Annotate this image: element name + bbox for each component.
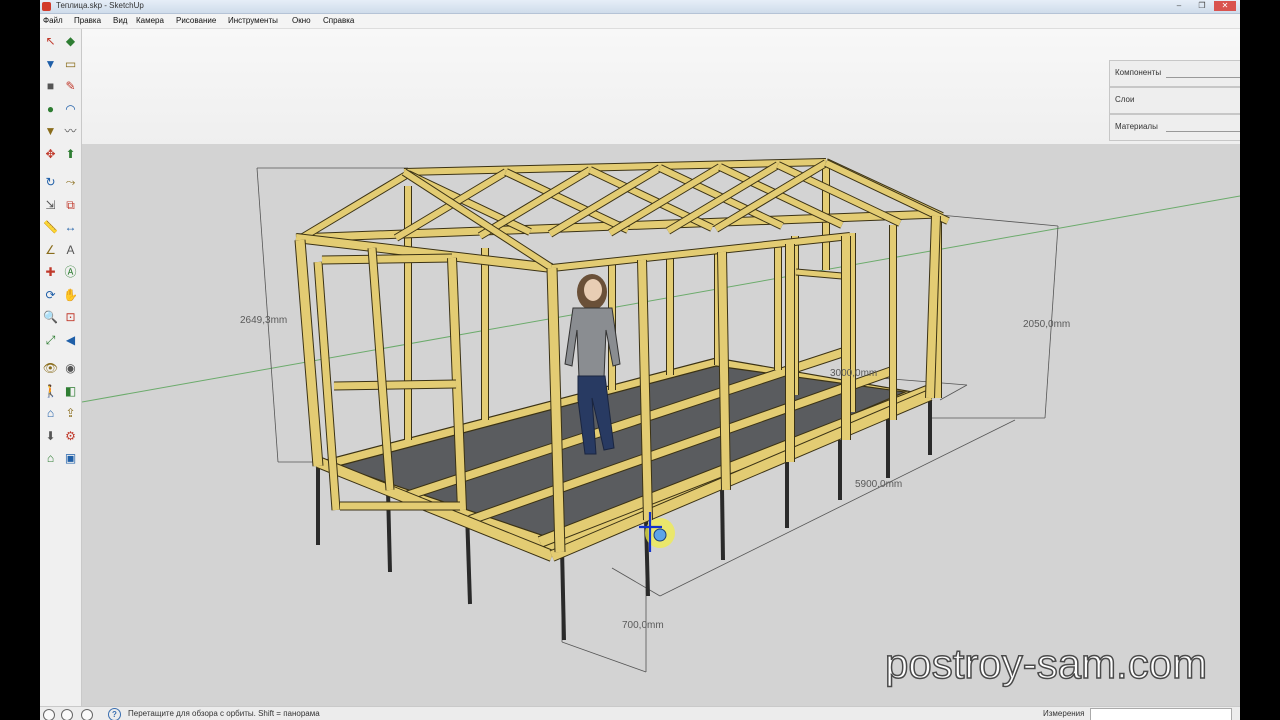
position-camera-icon[interactable]: 👁 xyxy=(42,360,59,377)
watermark: postroy-sam.com xyxy=(884,639,1208,688)
geo-location-icon[interactable] xyxy=(43,709,55,720)
status-hint: Перетащите для обзора с орбиты. Shift = … xyxy=(128,709,320,718)
menu-edit[interactable]: Правка xyxy=(74,16,101,25)
select-icon[interactable]: ↖ xyxy=(42,33,59,50)
axes-icon[interactable]: ✚ xyxy=(42,264,59,281)
share-model-icon[interactable]: ⇪ xyxy=(62,405,79,422)
menu-window[interactable]: Окно xyxy=(292,16,311,25)
minimize-button[interactable]: – xyxy=(1168,1,1190,11)
tray-divider xyxy=(1166,77,1240,78)
tool-palette: ↖ ◆ ▼ ▭ ■ ✎ ● ◠ ▼ 〰 ✥ ⬆ ↻ ⤳ ⇲ ⧉ 📏 ↔ ∠ A ✚ Ⓐ ⟳ ✋ 🔍 ⊡ ⤢ ◀ 👁 ◉ 🚶 ◧ ⌂ ⇪ ⬇ ⚙ ⌂ ▣ xyxy=(40,29,82,706)
pencil-icon[interactable]: ✎ xyxy=(62,78,79,95)
circle-icon[interactable]: ● xyxy=(42,101,59,118)
tray-materials[interactable]: Материалы ✕ xyxy=(1109,114,1240,141)
previous-view-icon[interactable]: ◀ xyxy=(62,332,79,349)
extension-icon[interactable]: ⚙ xyxy=(62,428,79,445)
orbit-icon[interactable]: ⟳ xyxy=(42,287,59,304)
freehand-icon[interactable]: 〰 xyxy=(62,123,79,140)
text-icon[interactable]: A xyxy=(62,242,79,259)
measurements-label: Измерения xyxy=(1043,709,1085,718)
look-around-icon[interactable]: ◉ xyxy=(62,360,79,377)
menu-help[interactable]: Справка xyxy=(323,16,354,25)
tray-components[interactable]: Компоненты ✕ xyxy=(1109,60,1240,87)
tape-measure-icon[interactable]: 📏 xyxy=(42,219,59,236)
zoom-extents-icon[interactable]: ⤢ xyxy=(42,332,59,349)
offset-icon[interactable]: ⧉ xyxy=(62,197,79,214)
close-button[interactable]: ✕ xyxy=(1214,1,1236,11)
section-plane-icon[interactable]: ◧ xyxy=(62,383,79,400)
default-tray: Компоненты ✕ Слои ✕ Материалы ✕ xyxy=(1109,60,1240,142)
photo-icon[interactable]: ▣ xyxy=(62,450,79,467)
height-right-dimension: 2050,0mm xyxy=(1023,319,1070,330)
sketchup-window: Теплица.skp - SketchUp – ❐ ✕ Файл Правка… xyxy=(40,0,1240,720)
menu-tools[interactable]: Инструменты xyxy=(228,16,278,25)
menu-camera[interactable]: Камера xyxy=(136,16,164,25)
greenhouse-model: 2649,3mm 2050,0mm 3000,0mm 5900,0mm 700,… xyxy=(82,29,1240,706)
zoom-window-icon[interactable]: ⊡ xyxy=(62,309,79,326)
3d-text-icon[interactable]: Ⓐ xyxy=(62,264,79,281)
wall-stud xyxy=(718,251,730,491)
window-title: Теплица.skp - SketchUp xyxy=(56,1,144,10)
help-icon[interactable]: ? xyxy=(108,708,121,720)
move-icon[interactable]: ✥ xyxy=(42,146,59,163)
component-icon[interactable]: ◆ xyxy=(62,33,79,50)
tray-layers[interactable]: Слои ✕ xyxy=(1109,87,1240,114)
sketchup-app-icon xyxy=(42,2,51,11)
tray-divider xyxy=(1166,131,1240,132)
face xyxy=(584,279,602,301)
tray-components-label: Компоненты xyxy=(1115,68,1162,77)
menu-draw[interactable]: Рисование xyxy=(176,16,216,25)
door-header xyxy=(321,254,453,264)
zoom-icon[interactable]: 🔍 xyxy=(42,309,59,326)
rectangle-icon[interactable]: ■ xyxy=(42,78,59,95)
arc-icon[interactable]: ◠ xyxy=(62,101,79,118)
follow-me-icon[interactable]: ⤳ xyxy=(62,174,79,191)
door-rail xyxy=(333,380,457,390)
get-models-icon[interactable]: ⬇ xyxy=(42,428,59,445)
foundation-post xyxy=(560,547,566,641)
push-pull-icon[interactable]: ⬆ xyxy=(62,146,79,163)
pan-icon[interactable]: ✋ xyxy=(62,287,79,304)
height-left-dimension: 2649,3mm xyxy=(240,315,287,326)
dimension-icon[interactable]: ↔ xyxy=(62,219,79,236)
eraser-icon[interactable]: ▭ xyxy=(62,56,79,73)
length-dimension: 5900,0mm xyxy=(855,479,902,490)
credits-icon[interactable] xyxy=(61,709,73,720)
sky xyxy=(82,29,1240,144)
tray-materials-label: Материалы xyxy=(1115,122,1158,131)
scale-icon[interactable]: ⇲ xyxy=(42,197,59,214)
tray-layers-label: Слои xyxy=(1115,95,1135,104)
model-viewport[interactable]: 2649,3mm 2050,0mm 3000,0mm 5900,0mm 700,… xyxy=(82,29,1240,706)
measurements-input[interactable] xyxy=(1090,708,1232,720)
polygon-icon[interactable]: ▼ xyxy=(42,123,59,140)
menu-view[interactable]: Вид xyxy=(113,16,127,25)
title-bar: Теплица.skp - SketchUp – ❐ ✕ xyxy=(40,0,1240,14)
protractor-icon[interactable]: ∠ xyxy=(42,242,59,259)
post-height-dimension: 700,0mm xyxy=(622,620,664,631)
paint-bucket-icon[interactable]: ▼ xyxy=(42,56,59,73)
foundation-post xyxy=(720,487,725,561)
menu-bar: Файл Правка Вид Камера Рисование Инструм… xyxy=(40,14,1240,29)
width-dimension: 3000,0mm xyxy=(830,368,877,379)
user-icon[interactable] xyxy=(81,709,93,720)
menu-file[interactable]: Файл xyxy=(43,16,63,25)
maximize-button[interactable]: ❐ xyxy=(1191,1,1213,11)
status-bar: ? Перетащите для обзора с орбиты. Shift … xyxy=(40,706,1240,720)
house-icon[interactable]: ⌂ xyxy=(42,450,59,467)
walk-icon[interactable]: 🚶 xyxy=(42,383,59,400)
rotate-icon[interactable]: ↻ xyxy=(42,174,59,191)
warehouse-icon[interactable]: ⌂ xyxy=(42,405,59,422)
